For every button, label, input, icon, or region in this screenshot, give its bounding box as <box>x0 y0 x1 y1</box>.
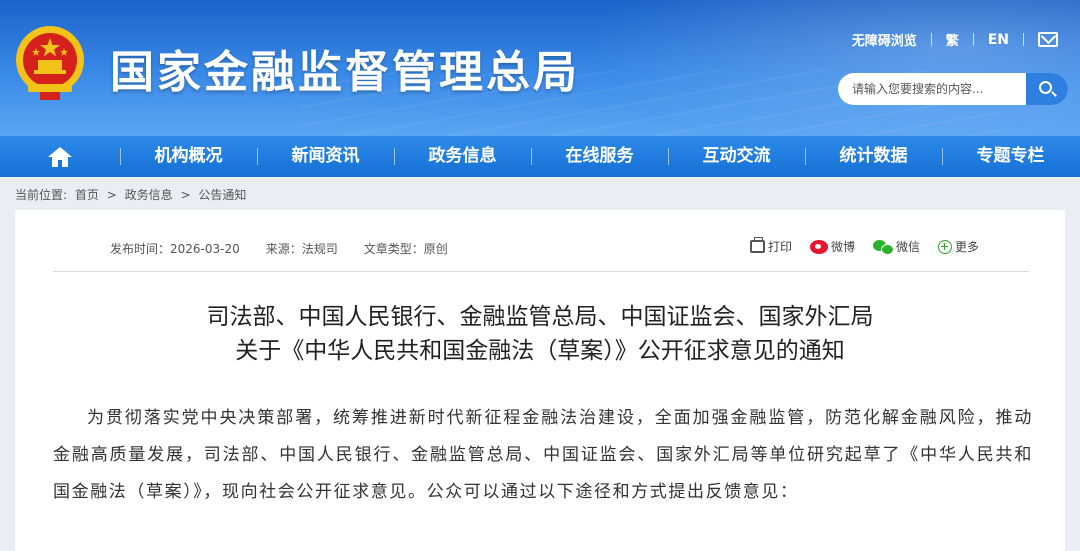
publish-time: 发布时间：2026-03-20 <box>110 242 240 256</box>
search-button[interactable] <box>1026 73 1068 105</box>
print-button[interactable]: 打印 <box>749 237 792 255</box>
weibo-icon <box>809 239 828 254</box>
article-title-line-1: 司法部、中国人民银行、金融监管总局、中国证监会、国家外汇局 <box>206 304 874 330</box>
weibo-label: 微博 <box>830 240 855 254</box>
print-icon <box>749 237 765 253</box>
nav-item-news[interactable]: 新闻资讯 <box>257 136 394 177</box>
national-emblem-icon[interactable] <box>14 24 86 104</box>
share-bar: 打印 微博 微信 更多 <box>732 237 979 255</box>
home-icon <box>48 146 72 167</box>
meta-divider <box>53 271 1029 272</box>
divider <box>930 33 932 46</box>
nav-item-government-info[interactable]: 政务信息 <box>394 136 531 177</box>
mail-icon[interactable] <box>1038 32 1058 47</box>
breadcrumb-current[interactable]: 公告通知 <box>198 188 246 202</box>
article-card: 发布时间：2026-03-20 来源：法规司 文章类型：原创 打印 微博 微信 … <box>15 210 1065 551</box>
site-header: 国家金融监督管理总局 无障碍浏览 繁 EN <box>0 0 1080 136</box>
divider <box>972 33 974 46</box>
breadcrumb-separator: > <box>106 188 117 202</box>
print-label: 打印 <box>767 240 792 254</box>
nav-home[interactable] <box>0 136 120 177</box>
breadcrumb-separator: > <box>180 188 191 202</box>
article-paragraph: 为贯彻落实党中央决策部署，统筹推进新时代新征程金融法治建设，全面加强金融监管，防… <box>53 408 1033 502</box>
breadcrumb-home[interactable]: 首页 <box>75 188 99 202</box>
main-nav: 机构概况 新闻资讯 政务信息 在线服务 互动交流 统计数据 专题专栏 <box>0 136 1080 177</box>
nav-item-interaction[interactable]: 互动交流 <box>668 136 805 177</box>
nav-item-statistics[interactable]: 统计数据 <box>805 136 942 177</box>
wechat-label: 微信 <box>895 240 920 254</box>
traditional-chinese-link[interactable]: 繁 <box>946 30 959 49</box>
article-meta: 发布时间：2026-03-20 来源：法规司 文章类型：原创 <box>110 240 474 257</box>
top-links: 无障碍浏览 繁 EN <box>852 30 1058 49</box>
breadcrumb-section[interactable]: 政务信息 <box>125 188 173 202</box>
wechat-icon <box>872 239 894 255</box>
accessibility-link[interactable]: 无障碍浏览 <box>852 30 917 49</box>
english-link[interactable]: EN <box>988 32 1009 48</box>
article-title-line-2: 关于《中华人民共和国金融法（草案）》公开征求意见的通知 <box>235 338 845 364</box>
nav-item-special-topics[interactable]: 专题专栏 <box>942 136 1079 177</box>
divider <box>1023 33 1024 46</box>
nav-item-online-service[interactable]: 在线服务 <box>531 136 668 177</box>
search-input[interactable] <box>838 73 1026 105</box>
plus-circle-icon <box>937 239 952 254</box>
article-type: 文章类型：原创 <box>363 242 448 256</box>
breadcrumb: 当前位置: 首页 > 政务信息 > 公告通知 <box>15 186 250 203</box>
share-weibo-button[interactable]: 微博 <box>809 238 855 255</box>
more-label: 更多 <box>954 240 979 254</box>
nav-item-about[interactable]: 机构概况 <box>120 136 257 177</box>
site-title[interactable]: 国家金融监督管理总局 <box>110 36 580 100</box>
share-more-button[interactable]: 更多 <box>937 238 979 255</box>
article-title: 司法部、中国人民银行、金融监管总局、中国证监会、国家外汇局 关于《中华人民共和国… <box>15 300 1065 368</box>
search-box <box>838 73 1068 105</box>
breadcrumb-prefix: 当前位置: <box>15 188 68 202</box>
search-icon <box>1039 81 1052 94</box>
share-wechat-button[interactable]: 微信 <box>872 238 920 255</box>
article-source: 来源：法规司 <box>265 242 338 256</box>
